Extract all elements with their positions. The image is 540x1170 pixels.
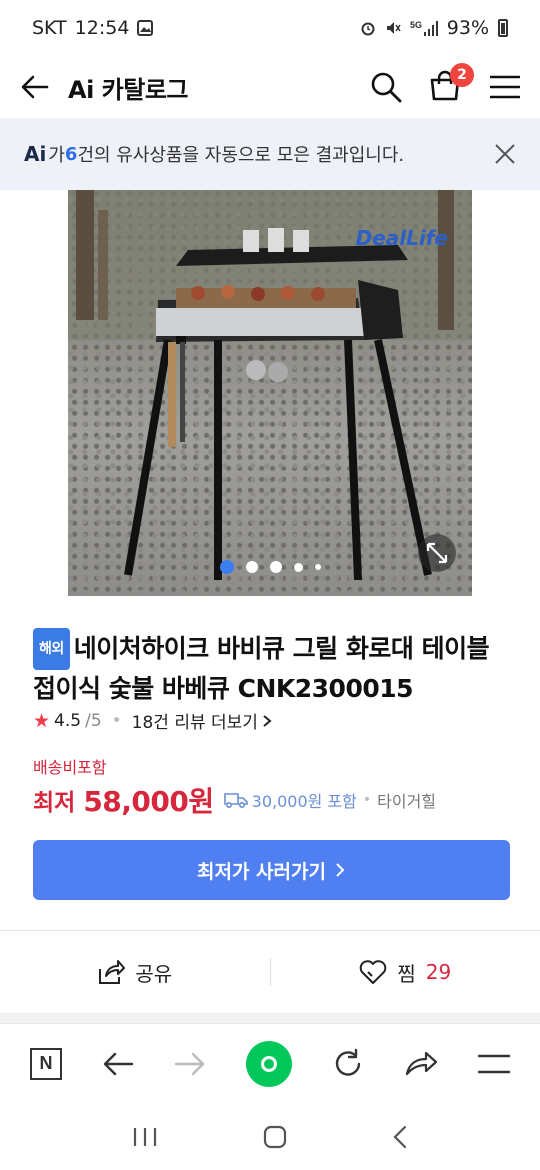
system-nav-bar (0, 1103, 540, 1170)
refresh-icon[interactable] (332, 1048, 364, 1080)
product-name: 네이처하이크 바비큐 그릴 화로대 테이블 접이식 숯불 바베큐 CNK2300… (33, 634, 490, 703)
rating-row: ★ 4.5 /5 • 18건 리뷰 더보기 (33, 708, 272, 733)
carousel-dot[interactable] (314, 564, 321, 570)
product-info: 해외 네이처하이크 바비큐 그릴 화로대 테이블 접이식 숯불 바베큐 CNK23… (33, 628, 513, 708)
green-dot-icon (261, 1055, 277, 1072)
naver-green-button[interactable] (246, 1040, 292, 1087)
section-gap (0, 1013, 540, 1023)
time: 12:54 (74, 17, 130, 39)
chevron-right-icon (263, 714, 272, 727)
search-icon[interactable] (370, 71, 402, 103)
star-icon: ★ (33, 709, 51, 732)
recent-apps-icon[interactable] (132, 1126, 158, 1148)
back-arrow-icon[interactable] (20, 72, 50, 102)
cart-count-badge: 2 (450, 63, 474, 87)
expand-button[interactable] (418, 534, 456, 572)
browser-toolbar: N (0, 1023, 540, 1103)
wish-button[interactable]: 찜 29 (271, 958, 540, 987)
battery-icon (498, 19, 508, 37)
battery-percent: 93% (446, 17, 489, 39)
page-title: Ai 카탈로그 (68, 75, 188, 104)
heart-tag-icon (360, 960, 387, 984)
product-image[interactable]: DealLife (68, 190, 472, 596)
delivery-price: 30,000원 포함 (251, 792, 357, 811)
share-icon (99, 960, 126, 984)
mute-icon (386, 22, 401, 34)
cta-label: 최저가 사러가기 (197, 860, 326, 883)
dot-separator: • (111, 710, 122, 731)
expand-icon (426, 542, 448, 564)
product-title: 해외 네이처하이크 바비큐 그릴 화로대 테이블 접이식 숯불 바베큐 CNK23… (33, 628, 513, 708)
wish-count: 29 (425, 960, 452, 984)
mall-name[interactable]: 타이거힐 (377, 788, 436, 812)
svg-text:5G: 5G (410, 20, 422, 30)
action-bar: 공유 찜 29 (0, 931, 540, 1013)
carousel-dot[interactable] (219, 560, 234, 574)
overseas-badge: 해외 (33, 628, 70, 670)
carrier: SKT (32, 17, 67, 39)
share-button[interactable]: 공유 (0, 958, 270, 987)
ai-result-banner: Ai 가 6 건의 유사상품을 자동으로 모은 결과입니다. (0, 118, 540, 190)
wish-label: 찜 (397, 961, 416, 986)
price-label: 최저 (33, 790, 76, 816)
rating-max: /5 (85, 710, 102, 731)
alarm-icon (361, 22, 375, 36)
naver-home-button[interactable]: N (30, 1047, 62, 1080)
close-icon[interactable] (494, 143, 516, 165)
review-link[interactable]: 18건 리뷰 더보기 (132, 708, 258, 733)
cart-button[interactable]: 2 (428, 63, 474, 105)
grill-illustration (68, 190, 472, 581)
gallery-notification-icon (137, 20, 154, 36)
similar-count: 6 (64, 143, 78, 165)
back-icon[interactable] (392, 1125, 408, 1149)
carousel-dot[interactable] (293, 562, 303, 572)
carousel-indicator (68, 560, 472, 574)
dot-separator: • (362, 792, 372, 808)
delivery-info: 30,000원 포함 (223, 788, 357, 812)
ai-logo: Ai (24, 142, 47, 166)
truck-icon (223, 793, 248, 809)
app-header: Ai 카탈로그 2 (0, 56, 540, 118)
share-arrow-icon[interactable] (404, 1050, 438, 1078)
share-label: 공유 (135, 961, 173, 986)
chevron-right-icon (336, 863, 345, 877)
carousel-dot[interactable] (269, 561, 282, 573)
banner-text: 건의 유사상품을 자동으로 모은 결과입니다. (77, 145, 405, 166)
menu-icon[interactable] (478, 1053, 510, 1075)
buy-lowest-price-button[interactable]: 최저가 사러가기 (33, 840, 510, 900)
home-icon[interactable] (263, 1125, 287, 1149)
forward-arrow-icon[interactable] (174, 1051, 206, 1077)
price-row: 최저 58,000원 30,000원 포함 • 타이거힐 (33, 780, 436, 820)
lowest-price: 58,000원 (83, 785, 214, 818)
status-bar: SKT 12:54 5G 93% (0, 0, 540, 56)
watermark: DealLife (355, 226, 448, 250)
shipping-note: 배송비포함 (33, 758, 107, 777)
5g-signal-icon: 5G (410, 20, 438, 36)
rating-value: 4.5 (54, 710, 82, 731)
banner-prefix: 가 (48, 145, 65, 166)
carousel-dot[interactable] (245, 561, 258, 573)
back-arrow-icon[interactable] (102, 1051, 134, 1077)
menu-icon[interactable] (490, 74, 520, 100)
